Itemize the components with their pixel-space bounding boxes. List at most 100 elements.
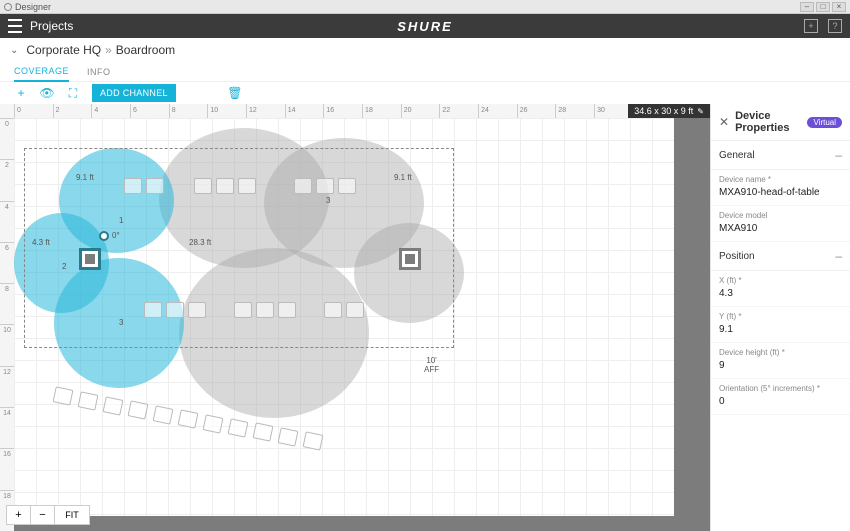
- close-window-button[interactable]: ×: [832, 2, 846, 12]
- device-selected[interactable]: [79, 248, 101, 270]
- device-secondary[interactable]: [399, 248, 421, 270]
- close-panel-icon[interactable]: ✕: [719, 115, 729, 129]
- field-device-model: Device model MXA910: [711, 206, 850, 242]
- add-icon[interactable]: +: [14, 86, 28, 100]
- section-position-label: Position: [719, 251, 755, 262]
- tabs-bar: COVERAGE INFO: [0, 62, 850, 82]
- zoom-out-button[interactable]: −: [31, 506, 55, 524]
- section-general[interactable]: General –: [711, 141, 850, 170]
- app-name: Designer: [15, 2, 51, 12]
- chair: [146, 178, 164, 194]
- breadcrumb-room[interactable]: Boardroom: [116, 43, 175, 57]
- projects-link[interactable]: Projects: [30, 19, 73, 33]
- chair: [78, 391, 99, 410]
- label-lobe-2: 2: [62, 262, 66, 271]
- trash-icon[interactable]: 🗑: [228, 86, 242, 100]
- label-lobe-3b: 3: [326, 196, 330, 205]
- chair: [346, 302, 364, 318]
- label-aff: 10' AFF: [424, 356, 439, 374]
- zoom-in-button[interactable]: +: [7, 506, 31, 524]
- section-position[interactable]: Position –: [711, 242, 850, 271]
- ruler-horizontal: 0246810121416182022242628303234: [14, 104, 710, 118]
- tab-coverage[interactable]: COVERAGE: [14, 66, 69, 82]
- chair: [216, 178, 234, 194]
- y-input[interactable]: [719, 324, 842, 335]
- device-model-label: Device model: [719, 211, 842, 220]
- breadcrumb: ⌄ Corporate HQ » Boardroom: [0, 38, 850, 62]
- collapse-icon[interactable]: –: [835, 249, 842, 263]
- label-distance-right: 9.1 ft: [394, 173, 412, 182]
- x-input[interactable]: [719, 288, 842, 299]
- chair: [234, 302, 252, 318]
- minimize-button[interactable]: –: [800, 2, 814, 12]
- floor-plan[interactable]: 4.3 ft 9.1 ft 9.1 ft 28.3 ft 0° 1 2 3 3 …: [14, 118, 674, 516]
- breadcrumb-separator: »: [105, 43, 112, 57]
- chair: [238, 178, 256, 194]
- chair: [188, 302, 206, 318]
- chair: [338, 178, 356, 194]
- label-distance-center: 28.3 ft: [189, 238, 211, 247]
- label-lobe-1: 1: [119, 216, 123, 225]
- brand-logo: SHURE: [397, 19, 453, 34]
- chair: [294, 178, 312, 194]
- chair: [124, 178, 142, 194]
- label-lobe-3: 3: [119, 318, 123, 327]
- rotation-handle[interactable]: [99, 231, 109, 241]
- device-model-value: MXA910: [719, 223, 842, 234]
- device-name-label: Device name *: [719, 175, 842, 184]
- visibility-icon[interactable]: 👁: [40, 86, 54, 100]
- label-angle: 0°: [112, 231, 120, 240]
- field-orientation: Orientation (5° increments) *: [711, 379, 850, 415]
- chair: [178, 409, 199, 428]
- chair: [153, 405, 174, 424]
- chair: [194, 178, 212, 194]
- field-x: X (ft) *: [711, 271, 850, 307]
- edit-dimensions-icon[interactable]: ✎: [697, 107, 704, 116]
- virtual-badge: Virtual: [807, 117, 842, 128]
- properties-panel: ✕ Device Properties Virtual General – De…: [710, 104, 850, 531]
- chair: [144, 302, 162, 318]
- chair: [316, 178, 334, 194]
- section-general-label: General: [719, 150, 755, 161]
- chair: [166, 302, 184, 318]
- panel-title: Device Properties: [735, 110, 801, 134]
- help-icon[interactable]: ?: [828, 19, 842, 33]
- hamburger-menu-icon[interactable]: [8, 19, 22, 33]
- dimensions-text: 34.6 x 30 x 9 ft: [634, 106, 693, 116]
- field-height: Device height (ft) *: [711, 343, 850, 379]
- chair: [278, 427, 299, 446]
- chair: [303, 431, 324, 450]
- os-titlebar: Designer – □ ×: [0, 0, 850, 14]
- dimensions-readout: 34.6 x 30 x 9 ft ✎: [628, 104, 710, 118]
- add-channel-button[interactable]: ADD CHANNEL: [92, 84, 176, 102]
- device-name-input[interactable]: [719, 187, 842, 198]
- toolbar: + 👁 ⛶ ADD CHANNEL 🗑: [0, 82, 850, 104]
- field-y: Y (ft) *: [711, 307, 850, 343]
- field-device-name: Device name *: [711, 170, 850, 206]
- x-label: X (ft) *: [719, 276, 842, 285]
- chair: [278, 302, 296, 318]
- tab-info[interactable]: INFO: [87, 67, 111, 81]
- app-bar: Projects SHURE + ?: [0, 14, 850, 38]
- add-page-icon[interactable]: +: [804, 19, 818, 33]
- label-distance-top: 9.1 ft: [76, 173, 94, 182]
- canvas-area[interactable]: 0246810121416182022242628303234 02468101…: [0, 104, 710, 531]
- ruler-corner: [0, 104, 14, 118]
- orientation-input[interactable]: [719, 396, 842, 407]
- breadcrumb-location[interactable]: Corporate HQ: [26, 43, 101, 57]
- zoom-controls: + − FIT: [6, 505, 90, 525]
- orientation-label: Orientation (5° increments) *: [719, 384, 842, 393]
- zoom-fit-button[interactable]: FIT: [55, 506, 89, 524]
- chair: [324, 302, 342, 318]
- chair: [128, 400, 149, 419]
- chair: [53, 386, 74, 405]
- height-input[interactable]: [719, 360, 842, 371]
- collapse-icon[interactable]: –: [835, 148, 842, 162]
- maximize-button[interactable]: □: [816, 2, 830, 12]
- ruler-vertical: 024681012141618: [0, 118, 14, 531]
- back-chevron-icon[interactable]: ⌄: [10, 45, 18, 56]
- y-label: Y (ft) *: [719, 312, 842, 321]
- label-distance-left: 4.3 ft: [32, 238, 50, 247]
- expand-icon[interactable]: ⛶: [66, 86, 80, 100]
- height-label: Device height (ft) *: [719, 348, 842, 357]
